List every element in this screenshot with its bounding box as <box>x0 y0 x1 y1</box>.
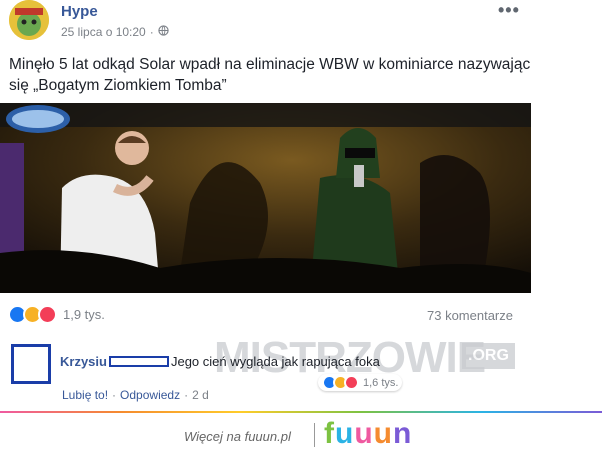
comment-bubble: Krzysiu Jego cień wygląda jak rapująca f… <box>60 354 380 369</box>
comment-text: Jego cień wygląda jak rapująca foka <box>170 354 380 369</box>
fuuun-logo[interactable]: fuuun <box>324 417 412 451</box>
comments-count[interactable]: 73 komentarze <box>427 308 513 323</box>
logo-letter: u <box>335 417 355 450</box>
facebook-post: Hype 25 lipca o 10:20 · ••• Minęło 5 lat… <box>0 0 602 412</box>
like-link[interactable]: Lubię to! <box>62 388 108 402</box>
post-reactions[interactable]: 1,9 tys. <box>8 305 105 324</box>
separator: · <box>112 388 117 402</box>
love-icon <box>38 305 57 324</box>
logo-letter: f <box>324 417 335 450</box>
footer-separator <box>314 423 315 447</box>
logo-letter: u <box>373 417 393 450</box>
reaction-count[interactable]: 1,9 tys. <box>63 307 105 322</box>
logo-letter: u <box>354 417 374 450</box>
logo-letter: n <box>392 417 413 450</box>
comment-actions: Lubię to! · Odpowiedz · 2 d <box>62 388 209 402</box>
watermark-suffix: .ORG <box>462 343 515 369</box>
reply-link[interactable]: Odpowiedz <box>120 388 180 402</box>
globe-icon <box>158 25 169 39</box>
page-avatar[interactable] <box>9 0 49 40</box>
post-video[interactable] <box>0 103 531 293</box>
post-author[interactable]: Hype <box>61 3 98 20</box>
ellipsis-icon[interactable]: ••• <box>498 0 520 21</box>
post-text: Minęło 5 lat odkąd Solar wpadł na elimin… <box>9 56 531 94</box>
separator: · <box>184 388 189 402</box>
comment-avatar[interactable] <box>11 344 51 384</box>
comment-reaction-count: 1,6 tys. <box>363 376 399 389</box>
separator: · <box>149 25 154 39</box>
love-icon <box>344 375 359 390</box>
comment-reactions[interactable]: 1,6 tys. <box>318 374 403 391</box>
site-footer: Więcej na fuuun.pl fuuun <box>0 413 602 456</box>
footer-text[interactable]: Więcej na fuuun.pl <box>184 429 291 444</box>
comment-author[interactable]: Krzysiu <box>60 354 107 369</box>
post-timestamp[interactable]: 25 lipca o 10:20 <box>61 25 146 39</box>
comment-time[interactable]: 2 d <box>192 388 209 402</box>
post-meta: 25 lipca o 10:20 · <box>61 25 169 39</box>
redaction-box <box>108 356 169 367</box>
